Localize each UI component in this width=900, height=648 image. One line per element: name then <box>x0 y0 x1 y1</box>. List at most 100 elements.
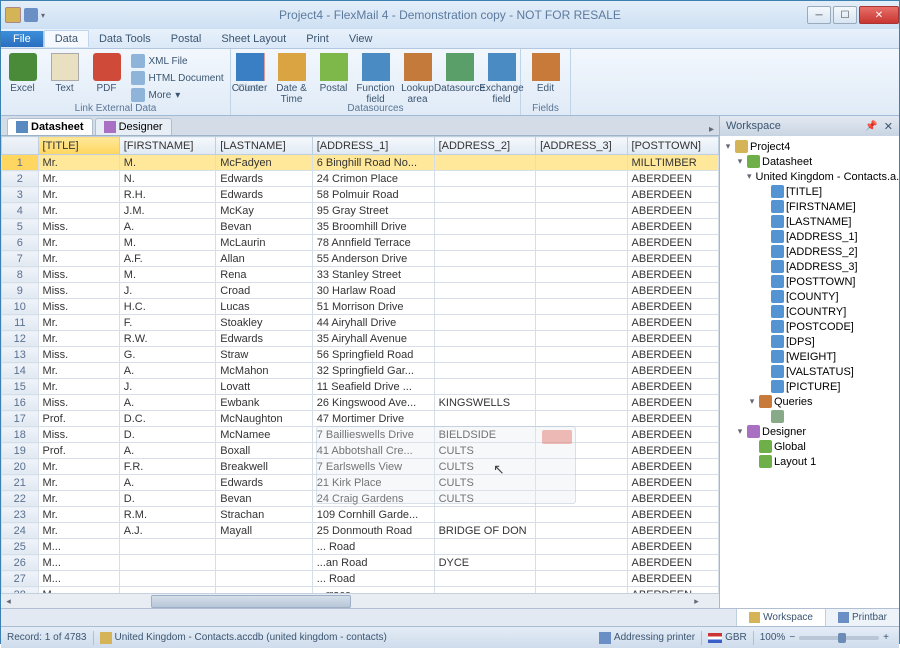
row-number[interactable]: 1 <box>2 155 39 171</box>
cell[interactable]: ABERDEEN <box>627 443 718 459</box>
cell[interactable]: Rena <box>216 267 312 283</box>
cell[interactable]: KINGSWELLS <box>434 395 536 411</box>
cell[interactable]: Mr. <box>38 507 119 523</box>
table-row[interactable]: 6Mr.M.McLaurin78 Annfield TerraceABERDEE… <box>2 235 719 251</box>
menu-sheet-layout[interactable]: Sheet Layout <box>211 31 296 47</box>
link-html-button[interactable]: HTML Document <box>129 70 229 86</box>
cell[interactable]: Miss. <box>38 219 119 235</box>
close-button[interactable]: ✕ <box>859 6 899 24</box>
cell[interactable]: 41 Abbotshall Cre... <box>312 443 434 459</box>
cell[interactable] <box>434 235 536 251</box>
row-number[interactable]: 21 <box>2 475 39 491</box>
cell[interactable]: ... Road <box>312 571 434 587</box>
cell[interactable]: Stoakley <box>216 315 312 331</box>
cell[interactable]: Prof. <box>38 443 119 459</box>
cell[interactable]: CULTS <box>434 475 536 491</box>
cell[interactable] <box>536 219 627 235</box>
cell[interactable]: Mr. <box>38 363 119 379</box>
table-row[interactable]: 24Mr.A.J.Mayall25 Donmouth RoadBRIDGE OF… <box>2 523 719 539</box>
cell[interactable] <box>536 411 627 427</box>
file-menu[interactable]: File <box>1 31 44 47</box>
link-access-button[interactable]: Access <box>0 51 1 94</box>
cell[interactable]: ABERDEEN <box>627 219 718 235</box>
cell[interactable]: D.C. <box>119 411 215 427</box>
cell[interactable]: Lovatt <box>216 379 312 395</box>
column-header[interactable]: [ADDRESS_3] <box>536 137 627 155</box>
cell[interactable] <box>536 523 627 539</box>
cell[interactable]: D. <box>119 491 215 507</box>
cell[interactable]: Miss. <box>38 299 119 315</box>
cell[interactable] <box>536 443 627 459</box>
row-number[interactable]: 10 <box>2 299 39 315</box>
table-row[interactable]: 28M......rraceABERDEEN <box>2 587 719 594</box>
cell[interactable] <box>536 539 627 555</box>
cell[interactable]: A. <box>119 475 215 491</box>
row-number[interactable]: 11 <box>2 315 39 331</box>
row-number[interactable]: 22 <box>2 491 39 507</box>
datetime-button[interactable]: Date & Time <box>272 51 312 105</box>
cell[interactable]: M. <box>119 267 215 283</box>
menu-view[interactable]: View <box>339 31 383 47</box>
column-header[interactable]: [ADDRESS_2] <box>434 137 536 155</box>
row-number[interactable]: 24 <box>2 523 39 539</box>
datasource-button[interactable]: Datasource <box>440 51 480 94</box>
cell[interactable] <box>434 363 536 379</box>
row-number[interactable]: 23 <box>2 507 39 523</box>
cell[interactable]: CULTS <box>434 491 536 507</box>
cell[interactable] <box>536 283 627 299</box>
cell[interactable]: A. <box>119 363 215 379</box>
function-field-button[interactable]: Function field <box>356 51 396 105</box>
menu-data-tools[interactable]: Data Tools <box>89 31 161 47</box>
cell[interactable]: Edwards <box>216 171 312 187</box>
table-row[interactable]: 2Mr.N.Edwards24 Crimon PlaceABERDEEN <box>2 171 719 187</box>
cell[interactable] <box>434 587 536 594</box>
cell[interactable]: 24 Crimon Place <box>312 171 434 187</box>
table-row[interactable]: 7Mr.A.F.Allan55 Anderson DriveABERDEEN <box>2 251 719 267</box>
column-header[interactable]: [TITLE] <box>38 137 119 155</box>
cell[interactable]: F.R. <box>119 459 215 475</box>
link-excel-button[interactable]: Excel <box>3 51 43 94</box>
cell[interactable]: ABERDEEN <box>627 427 718 443</box>
row-number[interactable]: 3 <box>2 187 39 203</box>
row-number[interactable]: 5 <box>2 219 39 235</box>
cell[interactable] <box>434 283 536 299</box>
cell[interactable]: ABERDEEN <box>627 299 718 315</box>
cell[interactable]: ABERDEEN <box>627 267 718 283</box>
cell[interactable]: ABERDEEN <box>627 203 718 219</box>
cell[interactable]: Mr. <box>38 315 119 331</box>
cell[interactable]: Miss. <box>38 267 119 283</box>
row-number[interactable]: 20 <box>2 459 39 475</box>
cell[interactable] <box>536 299 627 315</box>
cell[interactable]: ABERDEEN <box>627 283 718 299</box>
cell[interactable]: Miss. <box>38 347 119 363</box>
row-number[interactable]: 8 <box>2 267 39 283</box>
cell[interactable] <box>536 331 627 347</box>
cell[interactable] <box>536 395 627 411</box>
cell[interactable] <box>434 315 536 331</box>
cell[interactable] <box>536 555 627 571</box>
cell[interactable]: M... <box>38 539 119 555</box>
link-pdf-button[interactable]: PDF <box>87 51 127 94</box>
cell[interactable]: Mr. <box>38 235 119 251</box>
cell[interactable]: R.M. <box>119 507 215 523</box>
cell[interactable]: Mr. <box>38 459 119 475</box>
cell[interactable]: Mr. <box>38 331 119 347</box>
cell[interactable]: 7 Baillieswells Drive <box>312 427 434 443</box>
row-number[interactable]: 28 <box>2 587 39 594</box>
cell[interactable] <box>434 571 536 587</box>
cell[interactable]: Mr. <box>38 187 119 203</box>
cell[interactable]: Bevan <box>216 491 312 507</box>
cell[interactable]: 109 Cornhill Garde... <box>312 507 434 523</box>
cell[interactable] <box>434 331 536 347</box>
cell[interactable]: ABERDEEN <box>627 187 718 203</box>
cell[interactable]: ABERDEEN <box>627 363 718 379</box>
qat-save-icon[interactable] <box>24 8 38 22</box>
cell[interactable]: A.J. <box>119 523 215 539</box>
cell[interactable] <box>434 539 536 555</box>
cell[interactable] <box>536 363 627 379</box>
table-row[interactable]: 18Miss.D.McNamee7 Baillieswells DriveBIE… <box>2 427 719 443</box>
cell[interactable]: Mr. <box>38 171 119 187</box>
cell[interactable]: ABERDEEN <box>627 347 718 363</box>
row-number[interactable]: 9 <box>2 283 39 299</box>
cell[interactable]: 95 Gray Street <box>312 203 434 219</box>
